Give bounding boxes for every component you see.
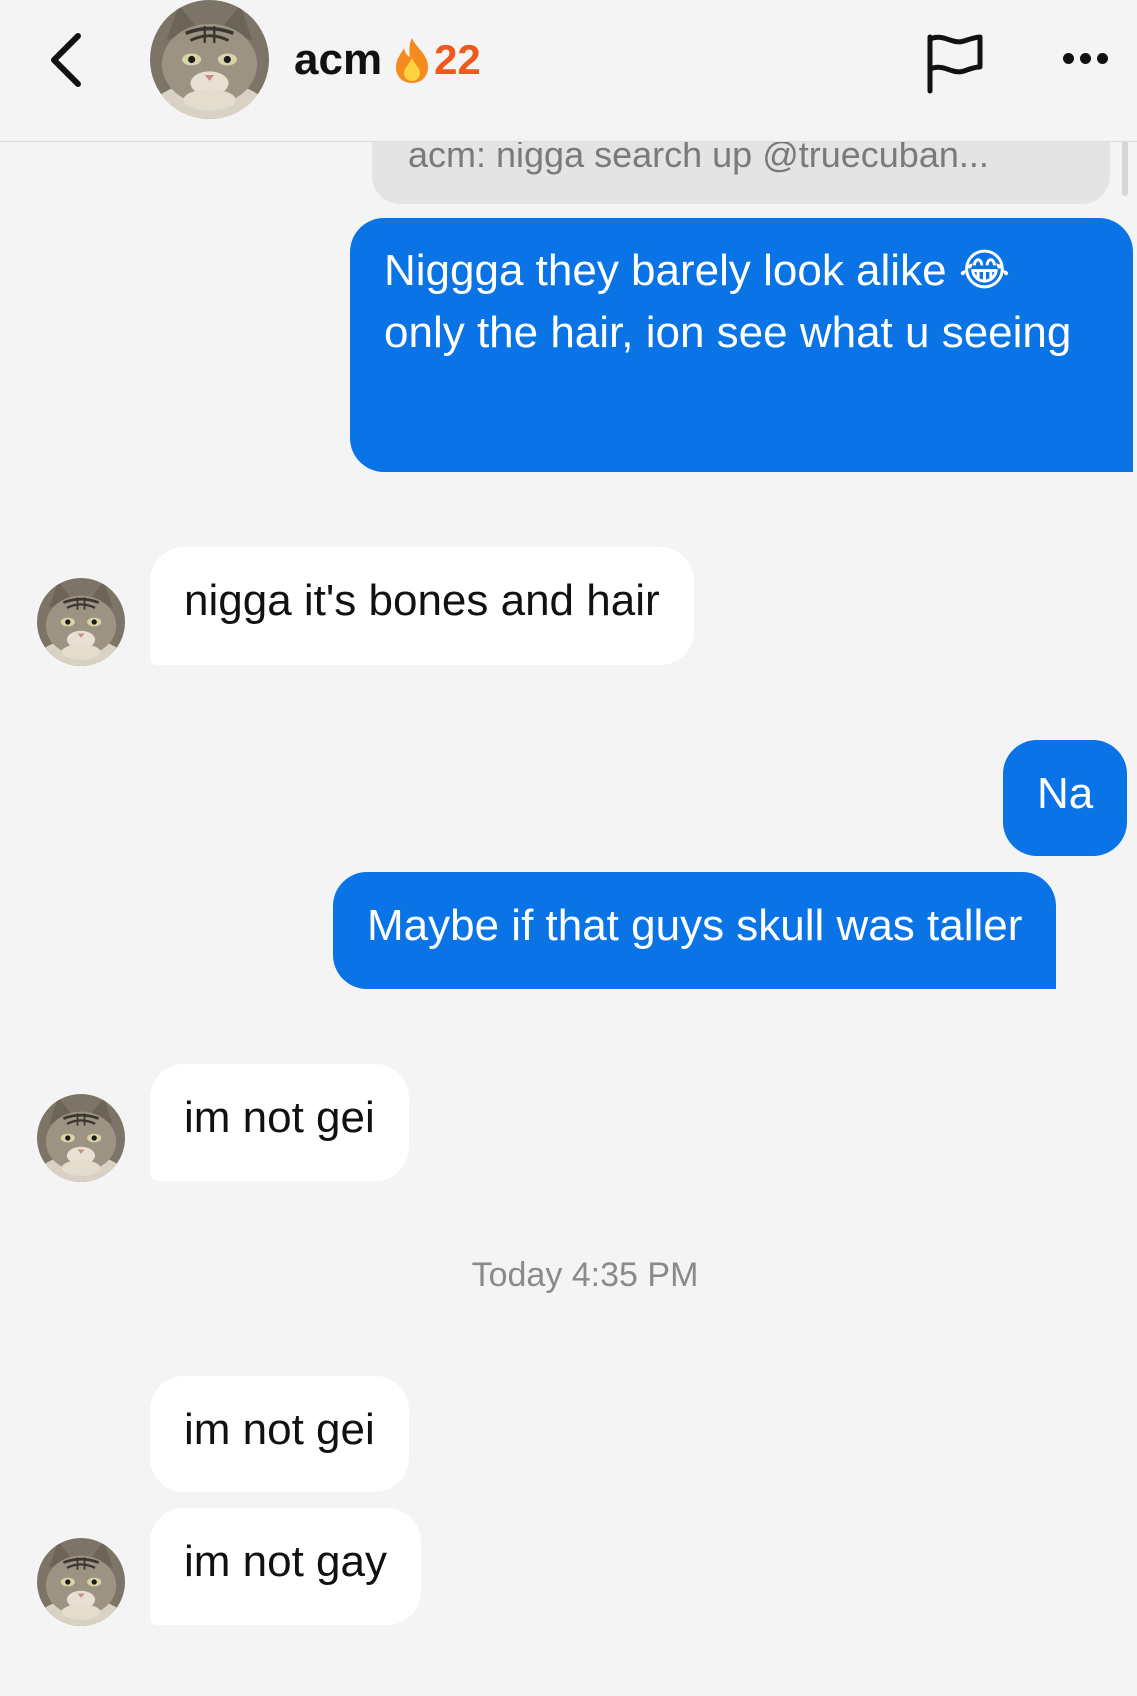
message-received[interactable]: im not gei xyxy=(150,1064,409,1181)
back-chevron-icon xyxy=(51,33,81,87)
message-sent[interactable]: Na xyxy=(1003,740,1128,856)
back-button[interactable] xyxy=(40,28,92,92)
contact-name: acm xyxy=(294,35,383,84)
streak-badge: 22 xyxy=(392,36,481,84)
contact-avatar[interactable] xyxy=(150,0,269,119)
message-received[interactable]: im not gay xyxy=(150,1508,421,1625)
message-avatar[interactable] xyxy=(37,1094,125,1182)
message-sent[interactable]: Niggga they barely look alike 😂 only the… xyxy=(350,218,1133,472)
fire-icon xyxy=(396,38,429,83)
contact-title[interactable]: acm 22 xyxy=(294,30,481,90)
report-button[interactable] xyxy=(918,28,990,98)
message-received[interactable]: nigga it's bones and hair xyxy=(150,547,694,665)
message-avatar[interactable] xyxy=(37,578,125,666)
streak-count: 22 xyxy=(434,36,481,83)
scroll-indicator xyxy=(1122,140,1128,196)
message-sent[interactable]: Maybe if that guys skull was taller xyxy=(333,872,1057,989)
message-received[interactable]: im not gei xyxy=(150,1376,409,1492)
flag-icon xyxy=(927,34,983,94)
more-options-button[interactable] xyxy=(1052,38,1118,78)
timestamp: Today 4:35 PM xyxy=(471,1256,699,1294)
message-avatar[interactable] xyxy=(37,1538,125,1626)
more-icon xyxy=(1060,52,1111,64)
chat-header: acm 22 xyxy=(0,0,1137,142)
